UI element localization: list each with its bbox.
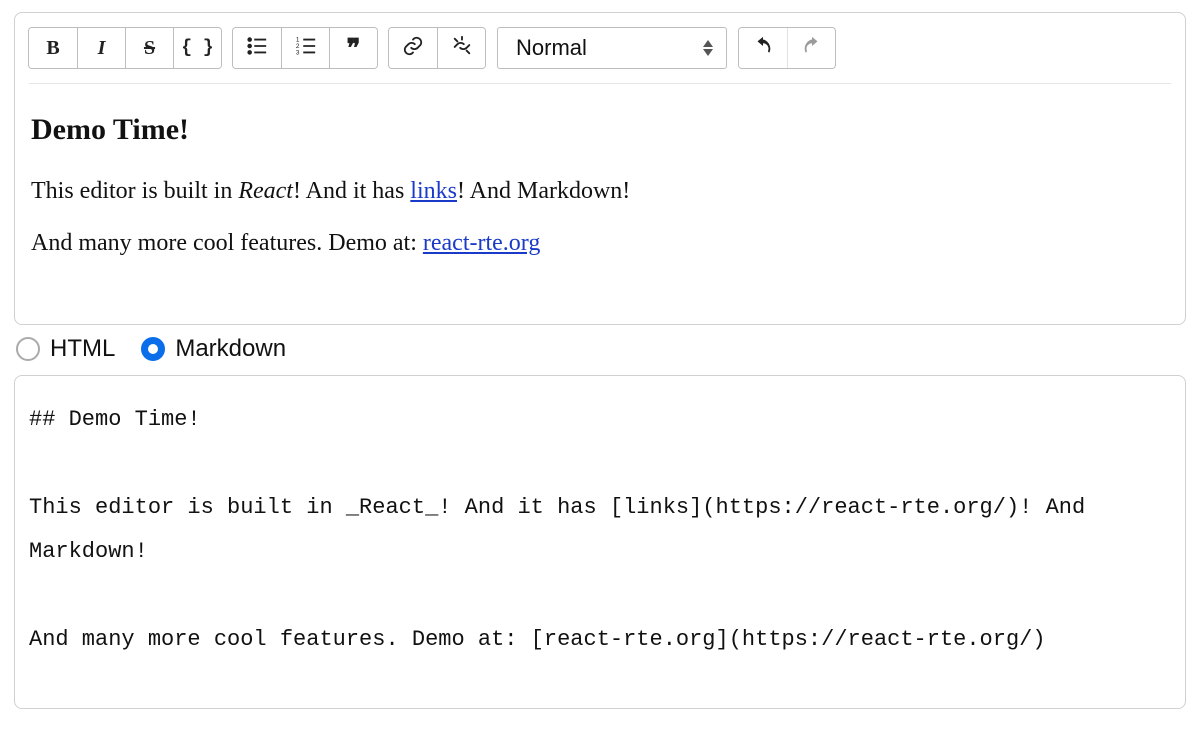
paragraph-2[interactable]: And many more cool features. Demo at: re…: [31, 227, 1169, 259]
block-type-selected: Normal: [516, 35, 587, 61]
inline-style-group: B I S { }: [29, 28, 221, 68]
undo-icon: [752, 35, 774, 61]
blockquote-button[interactable]: ❞: [329, 28, 377, 68]
source-mode-row: HTML Markdown: [14, 325, 1186, 375]
unlink-icon: [451, 35, 473, 61]
source-textarea[interactable]: ## Demo Time! This editor is built in _R…: [29, 398, 1171, 662]
redo-button[interactable]: [787, 28, 835, 68]
rich-text-content[interactable]: Demo Time! This editor is built in React…: [29, 98, 1171, 318]
link-group: [389, 28, 485, 68]
text-run: And many more cool features. Demo at:: [31, 230, 423, 256]
italic-button[interactable]: I: [77, 28, 125, 68]
bold-button[interactable]: B: [29, 28, 77, 68]
text-run: ! And Markdown!: [457, 178, 630, 204]
toolbar: B I S { } 1 2: [29, 27, 1171, 84]
editor-panel: B I S { } 1 2: [14, 12, 1186, 325]
link-1[interactable]: links: [410, 178, 457, 204]
ordered-list-button[interactable]: 1 2 3: [281, 28, 329, 68]
link-icon: [402, 35, 424, 61]
unordered-list-button[interactable]: [233, 28, 281, 68]
paragraph-1[interactable]: This editor is built in React! And it ha…: [31, 175, 1169, 207]
html-radio-label[interactable]: HTML: [50, 335, 115, 363]
chevron-updown-icon: [702, 40, 714, 56]
source-panel: ## Demo Time! This editor is built in _R…: [14, 375, 1186, 709]
link-2[interactable]: react-rte.org: [423, 230, 540, 256]
html-radio[interactable]: [16, 337, 40, 361]
block-style-group: 1 2 3 ❞: [233, 28, 377, 68]
remove-link-button[interactable]: [437, 28, 485, 68]
bullet-list-icon: [246, 35, 268, 61]
history-group: [739, 28, 835, 68]
markdown-radio-label[interactable]: Markdown: [175, 335, 286, 363]
code-button[interactable]: { }: [173, 28, 221, 68]
undo-button[interactable]: [739, 28, 787, 68]
italic-run: React: [238, 178, 293, 204]
numbered-list-icon: 1 2 3: [295, 35, 317, 61]
strikethrough-button[interactable]: S: [125, 28, 173, 68]
redo-icon: [801, 35, 823, 61]
block-type-dropdown[interactable]: Normal: [497, 27, 727, 69]
svg-text:3: 3: [295, 49, 299, 56]
heading[interactable]: Demo Time!: [31, 110, 1169, 151]
add-link-button[interactable]: [389, 28, 437, 68]
text-run: This editor is built in: [31, 178, 238, 204]
markdown-radio[interactable]: [141, 337, 165, 361]
text-run: ! And it has: [293, 178, 410, 204]
